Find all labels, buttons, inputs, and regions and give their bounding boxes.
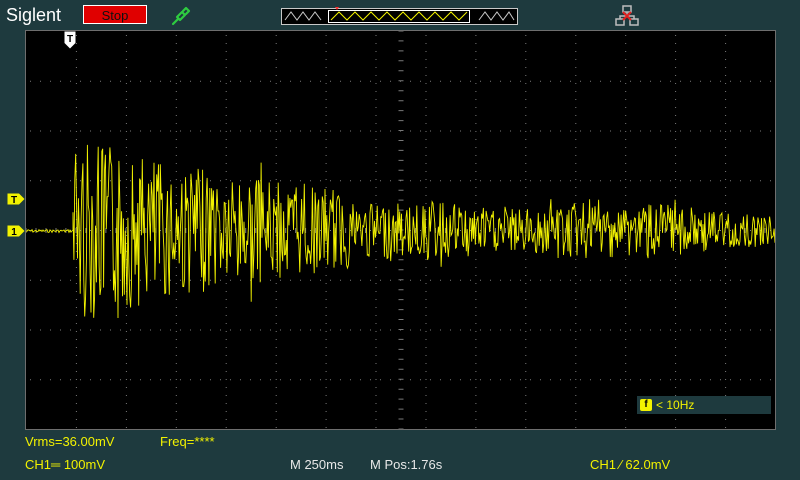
network-icon bbox=[615, 5, 639, 26]
frequency-icon: f bbox=[640, 399, 652, 411]
trigger-position-label: T bbox=[67, 34, 73, 45]
horizontal-position-readout[interactable]: M Pos:1.76s bbox=[370, 457, 442, 472]
center-axis-ticks bbox=[26, 31, 766, 429]
trigger-position-icon[interactable]: T bbox=[64, 31, 76, 49]
waveform-display[interactable] bbox=[25, 30, 776, 430]
freq-measurement: Freq=**** bbox=[160, 434, 215, 449]
ch1-scale-readout[interactable]: CH1═ 100mV bbox=[25, 457, 105, 472]
display-grid bbox=[26, 31, 775, 429]
vrms-measurement: Vrms=36.00mV bbox=[25, 434, 115, 449]
timebase-readout[interactable]: M 250ms bbox=[290, 457, 343, 472]
brand-logo: Siglent bbox=[6, 5, 62, 25]
run-stop-button[interactable]: Stop bbox=[83, 5, 147, 24]
trigger-level-icon[interactable]: T bbox=[7, 193, 25, 205]
trigger-readout[interactable]: CH1 ∕ 62.0mV bbox=[590, 457, 670, 472]
probe-icon[interactable] bbox=[169, 4, 193, 28]
top-bar: Siglent Stop bbox=[0, 0, 800, 30]
frequency-counter-value: < 10Hz bbox=[656, 398, 695, 412]
ch1-waveform-trace bbox=[26, 144, 775, 319]
trigger-level-label: T bbox=[11, 195, 17, 205]
ch1-ground-icon[interactable]: 1 bbox=[7, 225, 25, 237]
frequency-counter-box: f < 10Hz bbox=[637, 396, 771, 414]
waveform-memory-bar[interactable] bbox=[281, 7, 518, 25]
ch1-marker-label: 1 bbox=[11, 227, 17, 237]
